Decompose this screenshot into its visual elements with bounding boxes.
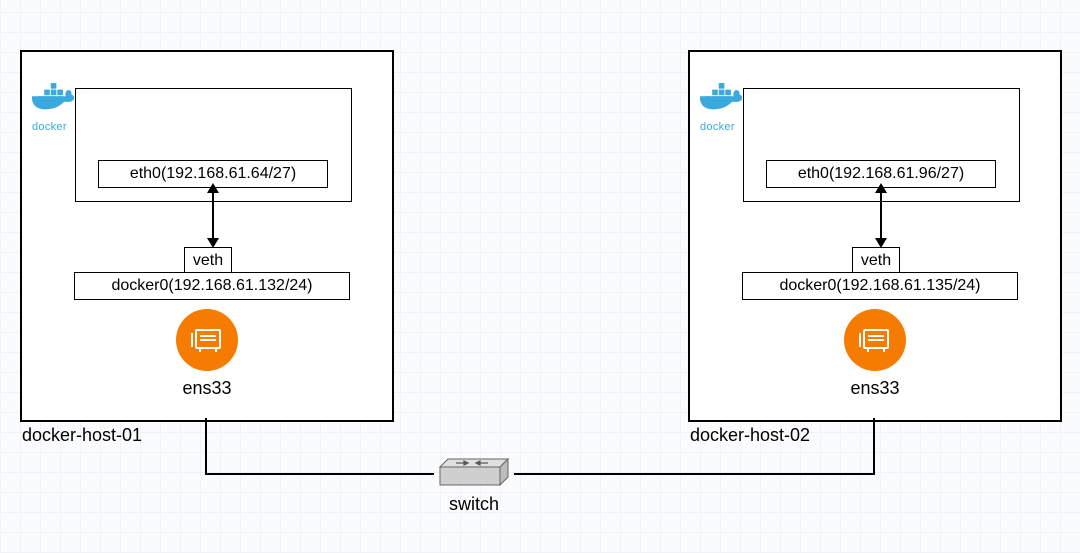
switch-label: switch bbox=[434, 494, 514, 515]
docker-logo-text: docker bbox=[32, 121, 77, 133]
arrow-line bbox=[880, 189, 882, 244]
host-box-01: docker eth0(192.168.61.64/27) veth docke… bbox=[20, 50, 394, 422]
wire bbox=[205, 418, 207, 473]
host-box-02: docker eth0(192.168.61.96/27) veth docke… bbox=[688, 50, 1062, 422]
host-label: docker-host-02 bbox=[690, 425, 810, 446]
docker-logo-icon: docker bbox=[700, 82, 745, 133]
wire bbox=[205, 473, 434, 475]
nic-label: ens33 bbox=[844, 378, 906, 399]
veth-box: veth bbox=[184, 247, 232, 275]
switch-icon bbox=[434, 457, 514, 491]
wire bbox=[514, 473, 875, 475]
docker-logo-icon: docker bbox=[32, 82, 77, 133]
docker-logo-text: docker bbox=[700, 121, 745, 133]
arrow-line bbox=[212, 189, 214, 244]
host-label: docker-host-01 bbox=[22, 425, 142, 446]
diagram-canvas: { "hosts": [ { "name": "docker-host-01",… bbox=[0, 0, 1080, 553]
nic-icon bbox=[844, 309, 906, 371]
nic-icon bbox=[176, 309, 238, 371]
veth-box: veth bbox=[852, 247, 900, 275]
docker0-box: docker0(192.168.61.132/24) bbox=[74, 272, 350, 300]
docker0-box: docker0(192.168.61.135/24) bbox=[742, 272, 1018, 300]
nic-label: ens33 bbox=[176, 378, 238, 399]
wire bbox=[873, 418, 875, 473]
